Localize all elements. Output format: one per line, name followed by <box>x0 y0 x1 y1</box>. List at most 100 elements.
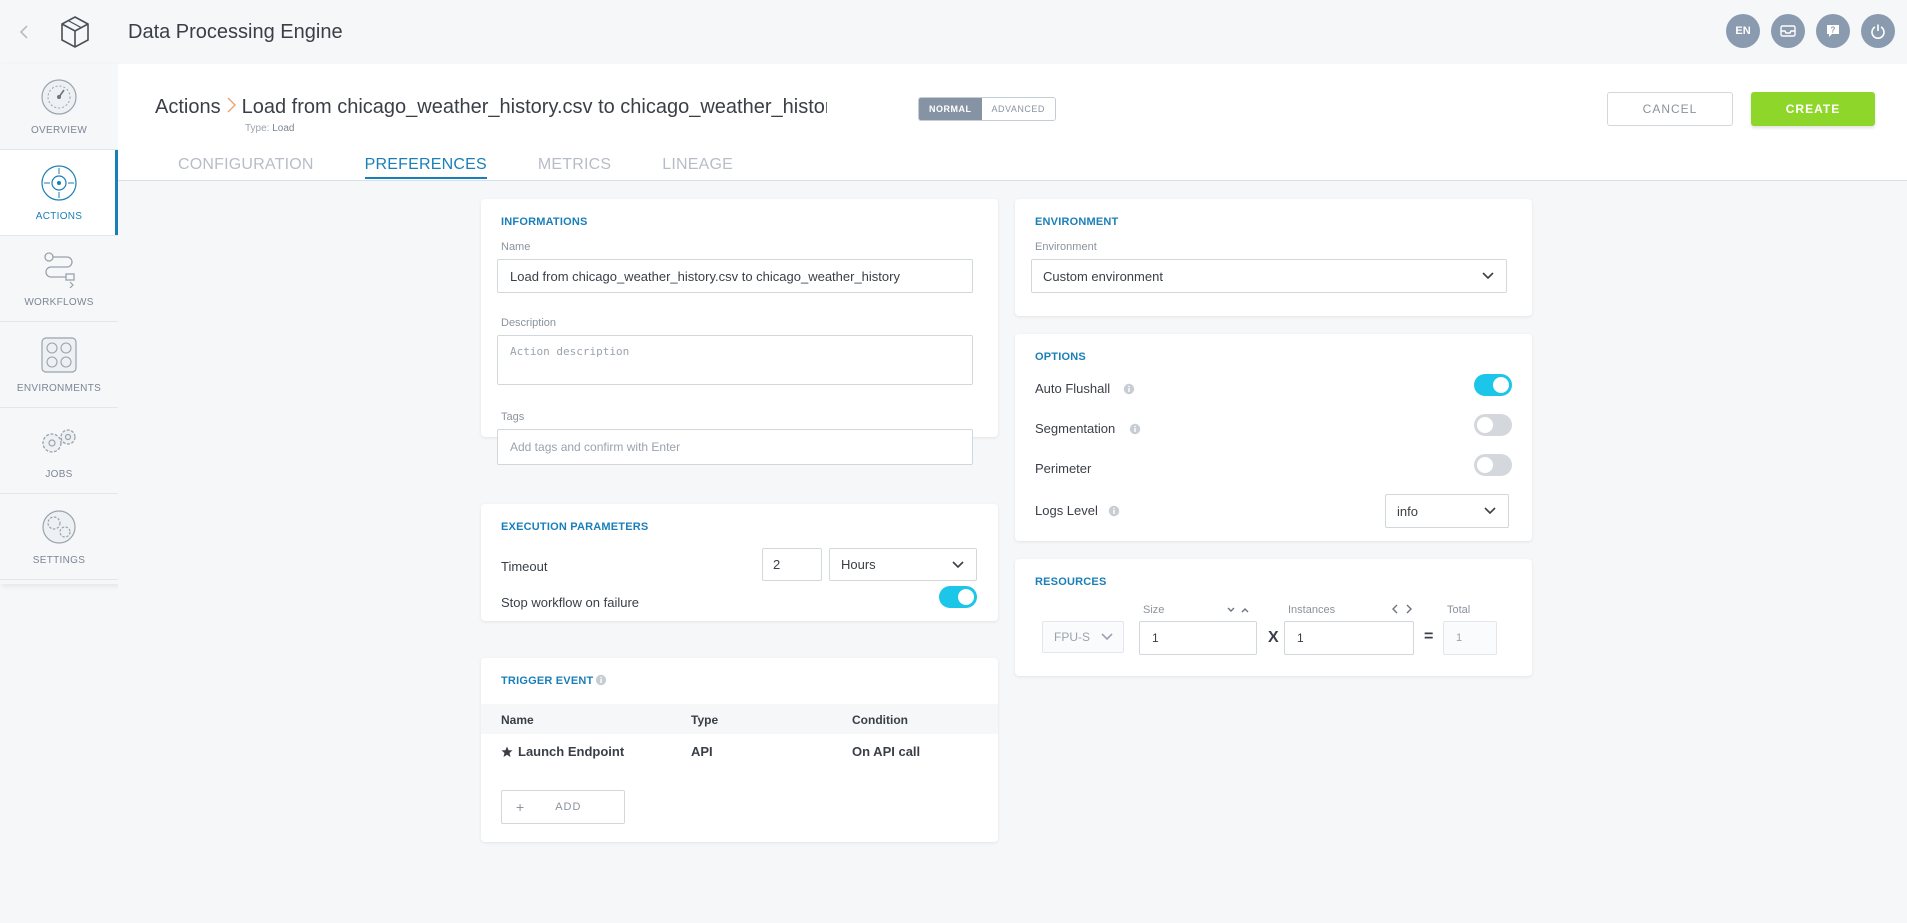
auto-flushall-label: Auto Flushall <box>1035 381 1111 396</box>
settings-icon <box>39 507 79 547</box>
back-arrow-icon[interactable] <box>0 0 48 64</box>
chat-help-icon: ? <box>1827 25 1839 37</box>
chevron-down-icon <box>1484 507 1496 515</box>
logout-button[interactable] <box>1861 14 1895 48</box>
top-bar: Data Processing Engine EN ? <box>0 0 1907 64</box>
gears-icon <box>39 421 79 461</box>
segmentation-toggle[interactable] <box>1474 414 1512 436</box>
sidebar-item-jobs[interactable]: JOBS <box>0 408 118 494</box>
page-title: Load from chicago_weather_history.csv to… <box>241 96 827 118</box>
sidebar-item-label: OVERVIEW <box>30 125 88 136</box>
timeout-label: Timeout <box>501 559 548 574</box>
size-stepper-icon[interactable] <box>1227 606 1251 614</box>
resources-card: RESOURCES FPU-S Size 1 X Instances 1 = T… <box>1015 559 1532 676</box>
power-icon <box>1871 24 1885 39</box>
main-content: Actions Load from chicago_weather_histor… <box>118 64 1907 923</box>
info-icon[interactable] <box>1129 423 1141 435</box>
sidebar-item-label: ACTIONS <box>35 211 83 222</box>
info-icon[interactable] <box>1123 383 1135 395</box>
breadcrumb-root-link[interactable]: Actions <box>155 96 221 119</box>
sidebar-item-label: SETTINGS <box>32 555 86 566</box>
name-input[interactable]: Load from chicago_weather_history.csv to… <box>497 259 973 293</box>
environment-select[interactable]: Custom environment <box>1031 259 1507 293</box>
instances-stepper-icon[interactable] <box>1392 604 1414 614</box>
card-title: EXECUTION PARAMETERS <box>501 521 649 533</box>
app-logo-icon <box>48 0 102 64</box>
chevron-down-icon <box>1482 272 1494 280</box>
gauge-icon <box>39 77 79 117</box>
logs-level-select[interactable]: info <box>1385 494 1509 528</box>
instances-label: Instances <box>1288 604 1336 616</box>
options-card: OPTIONS Auto Flushall Segmentation Perim… <box>1015 334 1532 541</box>
description-textarea[interactable]: Action description <box>497 335 973 385</box>
chevron-down-icon <box>1101 633 1113 641</box>
description-label: Description <box>501 317 557 329</box>
language-button[interactable]: EN <box>1726 14 1760 48</box>
resource-unit-value: FPU-S <box>1054 630 1090 644</box>
total-label: Total <box>1447 604 1471 616</box>
tab-bar: CONFIGURATION PREFERENCES METRICS LINEAG… <box>178 156 784 179</box>
mode-advanced-button[interactable]: ADVANCED <box>981 98 1055 120</box>
mode-normal-button[interactable]: NORMAL <box>919 98 982 120</box>
svg-text:?: ? <box>1831 26 1836 35</box>
mode-toggle: NORMAL ADVANCED <box>918 97 1056 121</box>
add-label: ADD <box>555 801 582 813</box>
breadcrumb-chevron-icon <box>227 97 236 118</box>
perimeter-toggle[interactable] <box>1474 454 1512 476</box>
top-actions: EN ? <box>1726 14 1895 48</box>
perimeter-label: Perimeter <box>1035 461 1092 476</box>
column-header-name: Name <box>501 713 534 727</box>
sidebar-item-overview[interactable]: OVERVIEW <box>0 64 118 150</box>
breadcrumb: Actions Load from chicago_weather_histor… <box>155 96 827 119</box>
tab-metrics[interactable]: METRICS <box>538 156 611 179</box>
trigger-condition: On API call <box>852 744 921 759</box>
inbox-button[interactable] <box>1771 14 1805 48</box>
sidebar-item-label: ENVIRONMENTS <box>16 383 102 394</box>
add-trigger-button[interactable]: + ADD <box>501 790 625 824</box>
total-value: 1 <box>1443 621 1497 655</box>
resource-unit-select[interactable]: FPU-S <box>1042 621 1124 653</box>
timeout-input[interactable]: 2 <box>762 548 822 581</box>
timeout-unit-select[interactable]: Hours <box>829 548 977 581</box>
sidebar-item-actions[interactable]: ACTIONS <box>0 150 118 236</box>
size-input[interactable]: 1 <box>1139 621 1257 655</box>
sidebar-item-label: JOBS <box>45 469 73 480</box>
action-type: Type: Load <box>245 123 295 134</box>
environment-label: Environment <box>1035 241 1097 253</box>
sidebar-item-settings[interactable]: SETTINGS <box>0 494 118 580</box>
tags-label: Tags <box>501 411 525 423</box>
auto-flushall-toggle[interactable] <box>1474 374 1512 396</box>
tags-input[interactable]: Add tags and confirm with Enter <box>497 429 973 465</box>
trigger-event-card: TRIGGER EVENT Name Type Condition Launch… <box>481 658 998 842</box>
size-label: Size <box>1143 604 1165 616</box>
trigger-name: Launch Endpoint <box>518 744 625 759</box>
chevron-down-icon <box>952 560 964 568</box>
card-title: TRIGGER EVENT <box>501 675 594 687</box>
instances-input[interactable]: 1 <box>1284 621 1414 655</box>
inbox-icon <box>1780 25 1796 37</box>
informations-card: INFORMATIONS Name Load from chicago_weat… <box>481 199 998 465</box>
info-icon[interactable] <box>595 674 607 686</box>
card-title: RESOURCES <box>1035 576 1107 588</box>
workflow-icon <box>39 249 79 289</box>
page-header: Actions Load from chicago_weather_histor… <box>118 64 1907 181</box>
sidebar-item-workflows[interactable]: WORKFLOWS <box>0 236 118 322</box>
info-icon[interactable] <box>1108 505 1120 517</box>
tab-configuration[interactable]: CONFIGURATION <box>178 156 314 179</box>
equals-sign: = <box>1424 628 1434 645</box>
environment-value: Custom environment <box>1043 268 1163 284</box>
create-button[interactable]: CREATE <box>1751 92 1875 126</box>
stop-workflow-label: Stop workflow on failure <box>501 595 640 610</box>
trigger-type: API <box>691 744 713 759</box>
card-title: OPTIONS <box>1035 351 1086 363</box>
stop-workflow-toggle[interactable] <box>939 586 977 608</box>
tab-lineage[interactable]: LINEAGE <box>662 156 733 179</box>
help-button[interactable]: ? <box>1816 14 1850 48</box>
logs-level-label: Logs Level <box>1035 503 1098 518</box>
column-header-type: Type <box>691 713 719 727</box>
column-header-condition: Condition <box>852 713 908 727</box>
grid-icon <box>39 335 79 375</box>
sidebar-item-environments[interactable]: ENVIRONMENTS <box>0 322 118 408</box>
tab-preferences[interactable]: PREFERENCES <box>364 156 487 179</box>
cancel-button[interactable]: CANCEL <box>1607 92 1733 126</box>
